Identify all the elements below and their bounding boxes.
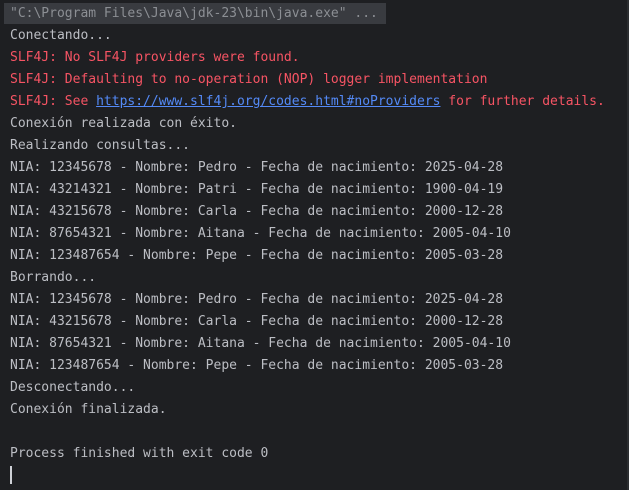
- console-line: NIA: 12345678 - Nombre: Pedro - Fecha de…: [10, 292, 504, 307]
- console-line: NIA: 43214321 - Nombre: Patri - Fecha de…: [10, 182, 504, 197]
- console-line: NIA: 12345678 - Nombre: Pedro - Fecha de…: [10, 160, 504, 175]
- console-line: NIA: 87654321 - Nombre: Aitana - Fecha d…: [10, 226, 511, 241]
- console-error-line: SLF4J: See https://www.slf4j.org/codes.h…: [10, 91, 605, 113]
- slf4j-providers-link[interactable]: https://www.slf4j.org/codes.html#noProvi…: [96, 94, 440, 109]
- console-line: NIA: 43215678 - Nombre: Carla - Fecha de…: [10, 314, 504, 329]
- console-line: Conectando...: [10, 28, 112, 43]
- console-error-text: for further details.: [440, 94, 605, 109]
- console-line: Conexión finalizada.: [10, 402, 167, 417]
- console-error-line: SLF4J: No SLF4J providers were found.: [10, 50, 300, 65]
- exit-code-line: Process finished with exit code 0: [10, 446, 269, 461]
- console-error-line: SLF4J: Defaulting to no-operation (NOP) …: [10, 72, 488, 87]
- console-line: NIA: 87654321 - Nombre: Aitana - Fecha d…: [10, 336, 511, 351]
- command-line-text[interactable]: "C:\Program Files\Java\jdk-23\bin\java.e…: [10, 3, 378, 25]
- console-line: NIA: 43215678 - Nombre: Carla - Fecha de…: [10, 204, 504, 219]
- console-line: Borrando...: [10, 270, 97, 285]
- console-output[interactable]: "C:\Program Files\Java\jdk-23\bin\java.e…: [0, 0, 629, 490]
- console-error-text: SLF4J: See: [10, 94, 97, 109]
- text-caret: [10, 466, 12, 484]
- console-line: NIA: 123487654 - Nombre: Pepe - Fecha de…: [10, 358, 504, 373]
- console-line: Desconectando...: [10, 380, 136, 395]
- console-line: NIA: 123487654 - Nombre: Pepe - Fecha de…: [10, 248, 504, 263]
- console-line: Realizando consultas...: [10, 138, 191, 153]
- console-line: Conexión realizada con éxito.: [10, 116, 237, 131]
